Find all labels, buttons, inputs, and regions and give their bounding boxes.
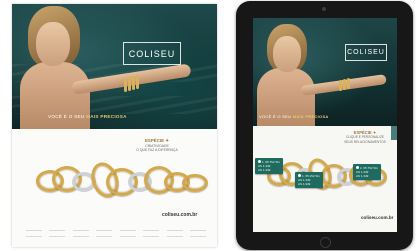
bracelet	[347, 78, 350, 89]
tablet-device: COLISEU VOCÊ É O SEU MAIS PRECIOSA ESPÉC…	[236, 1, 413, 250]
camera-icon	[322, 7, 326, 11]
promo-line: O QUE FAZ A DIFERENÇA	[136, 148, 178, 153]
price-tag-line: AS 1.349	[258, 168, 271, 173]
print-ad: COLISEU VOCÊ É O SEU MAIS PRECIOSA ESPÉC…	[12, 4, 217, 247]
price-tag[interactable]: 2. 65.752 SG AS 1.349 AS 1.349	[353, 164, 381, 181]
ad-tagline: VOCÊ É O SEU MAIS PRECIOSA	[48, 114, 127, 119]
price-tag[interactable]: 1. 65.752 SG AS 1.349 AS 1.349	[255, 158, 283, 175]
website-url[interactable]: coliseu.com.br	[361, 215, 393, 220]
brand-logo: COLISEU	[123, 42, 181, 65]
hotspot-icon	[298, 174, 301, 177]
ad-photo: COLISEU VOCÊ É O SEU MAIS PRECIOSA	[12, 4, 217, 129]
ad-photo: COLISEU VOCÊ É O SEU MAIS PRECIOSA	[253, 18, 397, 126]
promo-line: SEUS RELACIONAMENTOS	[344, 139, 386, 144]
promo-text: ESPÉCIE ✦ CRIATIVIDADE O QUE FAZ A DIFER…	[132, 138, 182, 153]
tagline-prefix: VOCÊ É O SEU	[48, 114, 85, 119]
model-face	[36, 22, 70, 66]
brand-logo: COLISEU	[345, 44, 387, 61]
website-url: coliseu.com.br	[162, 212, 198, 218]
bracelet	[339, 80, 342, 91]
tablet-screen[interactable]: COLISEU VOCÊ É O SEU MAIS PRECIOSA ESPÉC…	[253, 18, 397, 232]
ring	[182, 174, 208, 192]
bracelet	[132, 76, 135, 90]
bracelet	[136, 75, 139, 89]
model-face	[273, 36, 301, 72]
hotspot-icon	[356, 166, 359, 169]
bracelet	[124, 78, 127, 92]
price-tag-line: AS 1.349	[356, 174, 369, 179]
bracelet	[343, 79, 346, 90]
promo-text: ESPÉCIE ✦ CLIQUE E PERSONALIZE SEUS RELA…	[335, 130, 395, 144]
fine-print-row	[26, 230, 206, 237]
bracelet	[128, 77, 131, 91]
price-tag[interactable]: 1. 65.152 SG AS 1.349 AS 1.949	[295, 172, 323, 189]
hotspot-icon	[258, 160, 261, 163]
ad-tagline: VOCÊ É O SEU MAIS PRECIOSA	[259, 114, 329, 119]
tagline-prefix: VOCÊ É O SEU	[259, 114, 292, 119]
rings-display	[36, 158, 208, 202]
home-button[interactable]	[320, 237, 331, 248]
price-tag-line: AS 1.949	[298, 182, 311, 187]
tagline-highlight: MAIS PRECIOSA	[292, 114, 329, 119]
tagline-highlight: MAIS PRECIOSA	[86, 114, 127, 119]
